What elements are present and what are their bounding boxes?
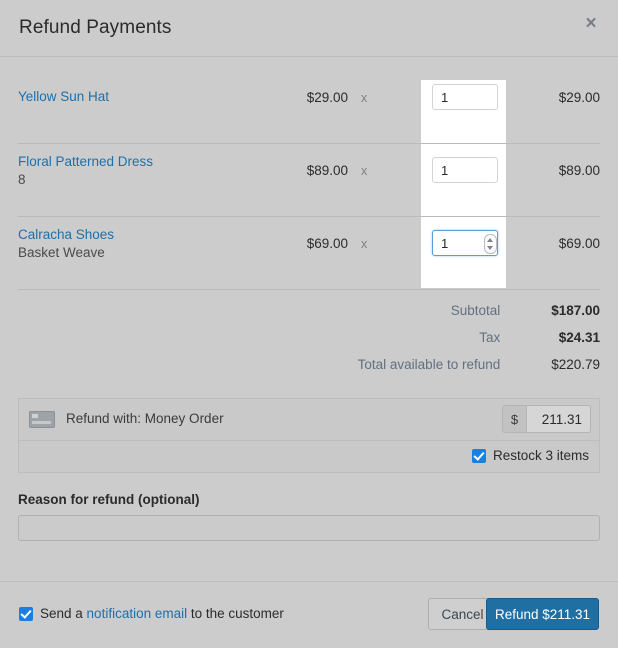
quantity-stepper[interactable] [484,234,497,254]
available-refund-label: Total available to refund [357,357,501,372]
line-item-price: $69.00 [306,236,348,251]
refund-method-row: Refund with: Money Order $ [19,399,599,441]
table-row: Calracha Shoes Basket Weave $69.00 x $69… [18,216,600,289]
restock-checkbox-group[interactable]: Restock 3 items [471,448,589,463]
refund-method-box: Refund with: Money Order $ Restock 3 ite… [18,398,600,473]
reason-section: Reason for refund (optional) [18,492,600,541]
available-refund-value: $220.79 [551,357,600,372]
refund-button[interactable]: Refund $211.31 [486,598,599,630]
subtotal-value: $187.00 [551,303,600,318]
restock-row: Restock 3 items [19,441,599,472]
line-item-title[interactable]: Calracha Shoes [18,227,114,242]
line-item-total: $29.00 [558,90,600,105]
line-item-total: $69.00 [558,236,600,251]
quantity-input[interactable] [432,157,498,183]
multiplier-symbol: x [361,91,368,105]
line-item-title[interactable]: Floral Patterned Dress [18,154,153,169]
refund-method-label: Refund with: Money Order [66,411,224,426]
refund-amount-input[interactable] [526,405,591,433]
reason-input[interactable] [18,515,600,541]
close-icon[interactable]: × [578,11,604,37]
line-item-price: $29.00 [306,90,348,105]
totals-summary: Subtotal $187.00 Tax $24.31 Total availa… [18,289,600,384]
line-item-variant: 8 [18,172,26,187]
subtotal-label: Subtotal [450,303,501,318]
notify-checkbox-group[interactable]: Send a notification email to the custome… [19,606,284,621]
refund-amount-group: $ [502,405,591,433]
stepper-down-icon[interactable] [487,246,493,250]
line-item-price: $89.00 [306,163,348,178]
modal-footer: Send a notification email to the custome… [0,581,618,648]
notification-email-link[interactable]: notification email [87,606,188,621]
notify-suffix: to the customer [187,606,284,621]
multiplier-symbol: x [361,164,368,178]
available-refund-row: Total available to refund $220.79 [18,357,600,384]
tax-value: $24.31 [558,330,600,345]
table-row: Floral Patterned Dress 8 $89.00 x $89.00 [18,143,600,216]
quantity-input[interactable] [432,84,498,110]
page-title: Refund Payments [19,17,172,38]
line-item-total: $89.00 [558,163,600,178]
multiplier-symbol: x [361,237,368,251]
currency-symbol: $ [502,405,526,433]
reason-label: Reason for refund (optional) [18,492,200,507]
refund-line-items: Yellow Sun Hat $29.00 x $29.00 Floral Pa… [0,57,618,289]
notify-checkbox[interactable] [19,606,33,621]
notify-label: Send a notification email to the custome… [40,606,284,621]
restock-checkbox[interactable] [471,448,486,463]
stepper-up-icon[interactable] [487,238,493,242]
notify-prefix: Send a [40,606,87,621]
credit-card-icon [29,411,55,428]
table-row: Yellow Sun Hat $29.00 x $29.00 [18,71,600,143]
subtotal-row: Subtotal $187.00 [18,303,600,330]
modal-header: Refund Payments × [0,0,618,57]
tax-label: Tax [479,330,501,345]
line-item-variant: Basket Weave [18,245,105,260]
line-item-title[interactable]: Yellow Sun Hat [18,89,109,104]
tax-row: Tax $24.31 [18,330,600,357]
restock-label: Restock 3 items [492,448,589,463]
